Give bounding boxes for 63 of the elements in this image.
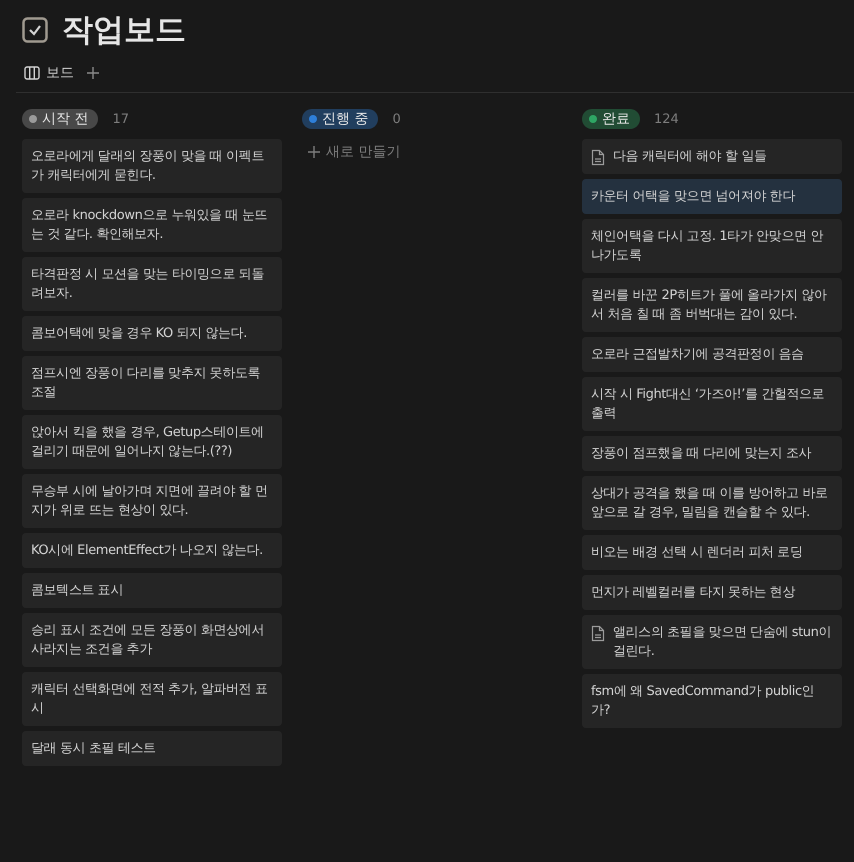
card-title: 상대가 공격을 했을 때 이를 방어하고 바로 앞으로 갈 경우, 밀림을 캔슬할 수 있다. bbox=[591, 485, 829, 522]
task-card[interactable]: 오로라 knockdown으로 누워있을 때 눈뜨는 것 같다. 확인해보자. bbox=[22, 198, 282, 252]
checkbox-icon bbox=[22, 17, 48, 43]
task-card[interactable]: 장풍이 점프했을 때 다리에 맞는지 조사 bbox=[582, 436, 842, 471]
board-icon bbox=[24, 66, 40, 80]
card-title: 오로라 knockdown으로 누워있을 때 눈뜨는 것 같다. 확인해보자. bbox=[31, 207, 268, 244]
document-icon bbox=[591, 625, 605, 642]
card-title: 먼지가 레벨컬러를 타지 못하는 현상 bbox=[591, 584, 796, 602]
task-card[interactable]: 비오는 배경 선택 시 렌더러 피처 로딩 bbox=[582, 535, 842, 570]
card-title: 카운터 어택을 맞으면 넘어져야 한다 bbox=[591, 188, 796, 206]
card-title: 콤보텍스트 표시 bbox=[31, 582, 124, 600]
document-icon bbox=[591, 149, 605, 166]
task-card[interactable]: 시작 시 Fight대신 ‘가즈아!’를 간헐적으로 출력 bbox=[582, 377, 842, 431]
plus-icon bbox=[308, 146, 320, 158]
card-title: 콤보어택에 맞을 경우 KO 되지 않는다. bbox=[31, 325, 248, 343]
card-title: 오로라 근접발차기에 공격판정이 음슴 bbox=[591, 346, 805, 364]
task-card[interactable]: 카운터 어택을 맞으면 넘어져야 한다 bbox=[582, 179, 842, 214]
card-title: 체인어택을 다시 고정. 1타가 안맞으면 안나가도록 bbox=[591, 228, 824, 265]
task-card[interactable]: 체인어택을 다시 고정. 1타가 안맞으면 안나가도록 bbox=[582, 219, 842, 273]
task-card[interactable]: 무승부 시에 날아가며 지면에 끌려야 할 먼지가 위로 뜨는 현상이 있다. bbox=[22, 474, 282, 528]
card-title: 장풍이 점프했을 때 다리에 맞는지 조사 bbox=[591, 445, 812, 463]
card-title: 컬러를 바꾼 2P히트가 풀에 올라가지 않아서 처음 칠 때 좀 버벅대는 감이 있다. bbox=[591, 287, 828, 324]
card-title: 무승부 시에 날아가며 지면에 끌려야 할 먼지가 위로 뜨는 현상이 있다. bbox=[31, 483, 269, 520]
card-title: 앉아서 킥을 했을 경우, Getup스테이트에 걸리기 때문에 일어나지 않는다.(??) bbox=[31, 424, 265, 461]
page-title: 작업보드 bbox=[62, 11, 186, 50]
task-card[interactable]: 먼지가 레벨컬러를 타지 못하는 현상 bbox=[582, 575, 842, 610]
card-title: 점프시엔 장풍이 다리를 맞추지 못하도록 조절 bbox=[31, 365, 262, 402]
task-card[interactable]: KO시에 ElementEffect가 나오지 않는다. bbox=[22, 533, 282, 568]
task-card[interactable]: 앨리스의 초필을 맞으면 단숨에 stun이 걸린다. bbox=[582, 615, 842, 669]
card-title: 비오는 배경 선택 시 렌더러 피처 로딩 bbox=[591, 544, 804, 562]
view-tab[interactable]: 보드 bbox=[24, 64, 74, 82]
task-card[interactable]: 달래 동시 초필 테스트 bbox=[22, 731, 282, 766]
add-view-icon[interactable] bbox=[86, 66, 100, 80]
card-title: 앨리스의 초필을 맞으면 단숨에 stun이 걸린다. bbox=[613, 624, 832, 661]
task-card[interactable]: 오로라 근접발차기에 공격판정이 음슴 bbox=[582, 337, 842, 372]
card-title: 오로라에게 달래의 장풍이 맞을 때 이펙트가 캐릭터에게 묻힌다. bbox=[31, 148, 265, 185]
card-title: 달래 동시 초필 테스트 bbox=[31, 740, 157, 758]
card-title: KO시에 ElementEffect가 나오지 않는다. bbox=[31, 542, 264, 560]
card-title: 타격판정 시 모션을 맞는 타이밍으로 되돌려보자. bbox=[31, 266, 265, 303]
task-card[interactable]: fsm에 왜 SavedCommand가 public인가? bbox=[582, 674, 842, 728]
status-label: 시작 전 bbox=[42, 110, 88, 128]
task-card[interactable]: 콤보텍스트 표시 bbox=[22, 573, 282, 608]
card-title: 시작 시 Fight대신 ‘가즈아!’를 간헐적으로 출력 bbox=[591, 386, 826, 423]
card-count: 124 bbox=[654, 112, 679, 126]
new-card-button[interactable]: 새로 만들기 bbox=[302, 139, 562, 165]
card-title: 승리 표시 조건에 모든 장풍이 화면상에서 사라지는 조건을 추가 bbox=[31, 622, 265, 659]
task-card[interactable]: 점프시엔 장풍이 다리를 맞추지 못하도록 조절 bbox=[22, 356, 282, 410]
task-card[interactable]: 오로라에게 달래의 장풍이 맞을 때 이펙트가 캐릭터에게 묻힌다. bbox=[22, 139, 282, 193]
card-count: 0 bbox=[392, 112, 401, 126]
task-card[interactable]: 컬러를 바꾼 2P히트가 풀에 올라가지 않아서 처음 칠 때 좀 버벅대는 감이 있다. bbox=[582, 278, 842, 332]
card-count: 17 bbox=[112, 112, 129, 126]
task-card[interactable]: 콤보어택에 맞을 경우 KO 되지 않는다. bbox=[22, 316, 282, 351]
task-card[interactable]: 앉아서 킥을 했을 경우, Getup스테이트에 걸리기 때문에 일어나지 않는다.(??) bbox=[22, 415, 282, 469]
card-title: 캐릭터 선택화면에 전적 추가, 알파버전 표시 bbox=[31, 681, 269, 718]
card-title: 다음 캐릭터에 해야 할 일들 bbox=[613, 148, 768, 166]
status-label: 진행 중 bbox=[322, 110, 368, 128]
task-card[interactable]: 다음 캐릭터에 해야 할 일들 bbox=[582, 139, 842, 174]
task-card[interactable]: 캐릭터 선택화면에 전적 추가, 알파버전 표시 bbox=[22, 672, 282, 726]
task-card[interactable]: 상대가 공격을 했을 때 이를 방어하고 바로 앞으로 갈 경우, 밀림을 캔슬할 수 있다. bbox=[582, 476, 842, 530]
task-card[interactable]: 승리 표시 조건에 모든 장풍이 화면상에서 사라지는 조건을 추가 bbox=[22, 613, 282, 667]
status-label: 완료 bbox=[602, 110, 630, 128]
card-title: fsm에 왜 SavedCommand가 public인가? bbox=[591, 683, 816, 720]
task-card[interactable]: 타격판정 시 모션을 맞는 타이밍으로 되돌려보자. bbox=[22, 257, 282, 311]
